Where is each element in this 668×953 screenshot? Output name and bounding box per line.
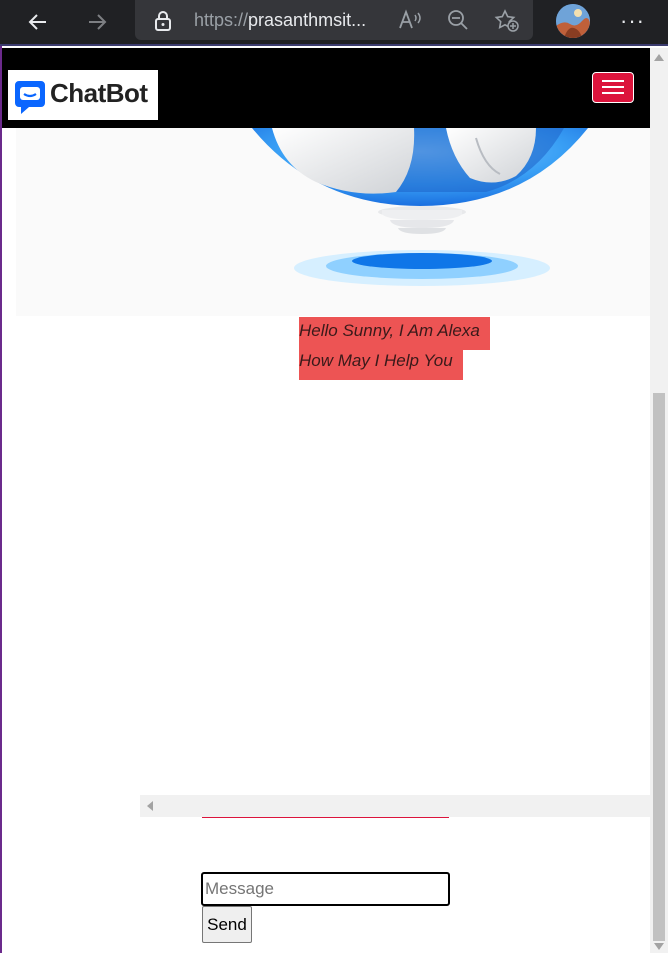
hamburger-line xyxy=(602,86,624,88)
site-navbar: ChatBot xyxy=(2,48,650,128)
forward-arrow-icon[interactable] xyxy=(79,5,115,39)
browser-toolbar: https://prasanthmsit... ··· xyxy=(0,0,668,46)
url-protocol: https:// xyxy=(194,10,249,30)
favorite-add-icon[interactable] xyxy=(494,9,520,33)
toolbar-accent-line xyxy=(0,44,668,46)
back-arrow-icon[interactable] xyxy=(20,5,56,39)
chat-divider xyxy=(202,817,449,818)
hamburger-line xyxy=(602,92,624,94)
message-input[interactable] xyxy=(201,872,450,906)
page-vertical-scrollbar[interactable] xyxy=(650,48,668,953)
profile-avatar[interactable] xyxy=(556,4,590,38)
url-host: prasanthmsit... xyxy=(248,10,367,30)
brand-name: ChatBot xyxy=(50,78,148,108)
scroll-down-arrow-icon[interactable] xyxy=(654,943,664,950)
scrollbar-thumb[interactable] xyxy=(653,393,665,941)
read-aloud-icon[interactable] xyxy=(398,9,422,31)
window-border xyxy=(0,0,2,953)
navbar-toggle-button[interactable] xyxy=(592,72,634,103)
scroll-left-arrow-icon[interactable] xyxy=(147,801,153,811)
send-button[interactable]: Send xyxy=(202,906,252,943)
more-options-icon[interactable]: ··· xyxy=(620,8,645,34)
lock-icon[interactable] xyxy=(153,10,173,32)
brand-logo[interactable]: ChatBot xyxy=(8,70,158,120)
bot-greeting-message: Hello Sunny, I Am Alexa xyxy=(299,317,490,350)
bot-prompt-message: How May I Help You xyxy=(299,347,463,380)
url-text[interactable]: https://prasanthmsit... xyxy=(194,10,366,31)
hamburger-line xyxy=(602,80,624,82)
chat-bubble-icon xyxy=(15,81,45,114)
zoom-out-icon[interactable] xyxy=(447,9,469,31)
address-bar[interactable]: https://prasanthmsit... xyxy=(135,0,533,40)
chat-horizontal-scrollbar[interactable] xyxy=(140,795,650,817)
scroll-up-arrow-icon[interactable] xyxy=(654,54,664,61)
robot-hero-image xyxy=(16,128,650,316)
